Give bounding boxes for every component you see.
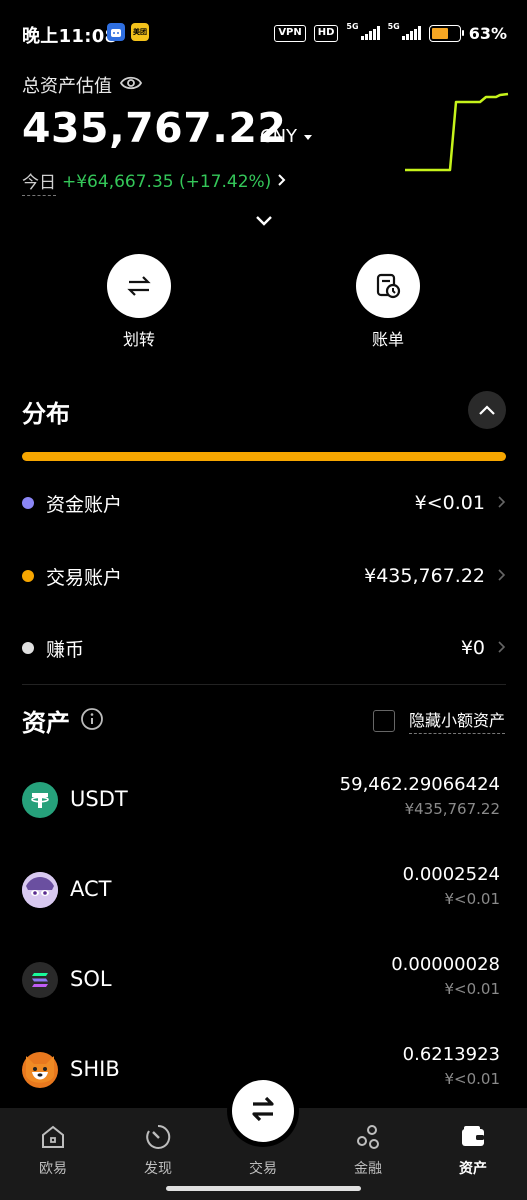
- network-type-1: 5G: [346, 22, 359, 31]
- act-icon: [22, 872, 58, 908]
- chevron-right-icon: [497, 567, 506, 586]
- collapse-distribution-button[interactable]: [468, 391, 506, 429]
- caret-down-icon: [303, 126, 313, 147]
- chevron-right-icon: [277, 172, 287, 192]
- currency-label: CNY: [260, 126, 298, 147]
- asset-value: ¥<0.01: [444, 1070, 500, 1088]
- distribution-row-value: ¥<0.01: [414, 492, 485, 514]
- today-label: 今日: [22, 168, 56, 196]
- bill-label: 账单: [371, 330, 404, 349]
- chevron-right-icon: [497, 639, 506, 658]
- distribution-row-funding[interactable]: 资金账户 ¥<0.01: [22, 483, 506, 523]
- status-time: 晚上11:08: [22, 26, 118, 47]
- status-indicators: VPN HD 5G 5G 63%: [274, 22, 507, 44]
- asset-symbol: SHIB: [70, 1057, 120, 1081]
- legend-dot: [22, 642, 34, 654]
- bill-clock-icon: [356, 254, 420, 318]
- info-icon[interactable]: [80, 707, 104, 735]
- home-icon: [13, 1122, 93, 1152]
- asset-symbol: USDT: [70, 787, 128, 811]
- asset-value: ¥<0.01: [444, 890, 500, 908]
- nav-label: 发现: [144, 1161, 172, 1177]
- distribution-row-earn[interactable]: 赚币 ¥0: [22, 628, 506, 668]
- total-assets-amount: 435,767.22: [22, 104, 287, 152]
- nav-assets[interactable]: 资产: [433, 1122, 513, 1178]
- asset-value: ¥<0.01: [444, 980, 500, 998]
- total-assets-title: 总资产估值: [22, 76, 112, 97]
- distribution-title: 分布: [22, 400, 70, 428]
- nav-finance[interactable]: 金融: [328, 1122, 408, 1178]
- asset-amount: 0.00000028: [391, 954, 500, 975]
- chevron-down-icon[interactable]: [254, 212, 274, 231]
- legend-dot: [22, 497, 34, 509]
- total-assets-label: 总资产估值: [22, 72, 143, 98]
- asset-row-usdt[interactable]: USDT 59,462.29066424 ¥435,767.22: [22, 770, 506, 830]
- nav-home[interactable]: 欧易: [13, 1122, 93, 1178]
- signal-icon: [401, 26, 421, 40]
- trade-icon: [247, 1093, 279, 1129]
- shib-icon: [22, 1052, 58, 1088]
- asset-row-sol[interactable]: SOL 0.00000028 ¥<0.01: [22, 950, 506, 1010]
- home-indicator: [166, 1186, 361, 1191]
- distribution-row-value: ¥0: [460, 637, 485, 659]
- usdt-icon: [22, 782, 58, 818]
- hide-small-label: 隐藏小额资产: [408, 707, 505, 734]
- today-change: +¥64,667.35 (+17.42%): [62, 172, 272, 192]
- nav-label: 金融: [354, 1161, 382, 1177]
- nav-discover[interactable]: 发现: [118, 1122, 198, 1178]
- battery-percent: 63%: [468, 23, 507, 43]
- transfer-label: 划转: [122, 330, 155, 349]
- trade-button[interactable]: [232, 1080, 294, 1142]
- assets-title: 资产: [22, 709, 70, 737]
- hide-small-checkbox[interactable]: [372, 709, 395, 732]
- hide-small-assets-toggle[interactable]: 隐藏小额资产: [372, 707, 505, 734]
- vpn-indicator: VPN: [274, 24, 306, 42]
- finance-icon: [328, 1122, 408, 1152]
- meituan-app-icon: 美团: [131, 23, 149, 41]
- distribution-row-name: 赚币: [46, 638, 85, 661]
- legend-dot: [22, 570, 34, 582]
- asset-value: ¥435,767.22: [404, 800, 500, 818]
- discover-icon: [118, 1122, 198, 1152]
- distribution-row-name: 资金账户: [46, 493, 123, 516]
- today-pnl[interactable]: 今日 +¥64,667.35 (+17.42%): [22, 168, 287, 196]
- asset-row-act[interactable]: ACT 0.0002524 ¥<0.01: [22, 860, 506, 920]
- asset-amount: 59,462.29066424: [339, 774, 500, 795]
- asset-trend-sparkline[interactable]: [400, 86, 510, 176]
- section-divider: [22, 684, 506, 685]
- chevron-up-icon: [478, 401, 496, 420]
- battery-icon: [428, 24, 464, 42]
- transfer-arrows-icon: [107, 254, 171, 318]
- currency-selector[interactable]: CNY: [260, 126, 313, 147]
- sol-icon: [22, 962, 58, 998]
- hd-indicator: HD: [313, 24, 339, 42]
- eye-icon[interactable]: [119, 75, 143, 96]
- bill-button[interactable]: 账单: [348, 254, 428, 350]
- nav-label: 欧易: [39, 1161, 67, 1177]
- asset-amount: 0.6213923: [402, 1044, 500, 1065]
- status-bar: 晚上11:08 美团 VPN HD 5G 5G 63%: [0, 0, 527, 64]
- asset-symbol: SOL: [70, 967, 112, 991]
- chevron-right-icon: [497, 494, 506, 513]
- signal-icon: [360, 26, 380, 40]
- distribution-row-value: ¥435,767.22: [364, 565, 485, 587]
- network-type-2: 5G: [387, 22, 400, 31]
- nav-label: 资产: [459, 1161, 487, 1177]
- notification-app-icon: [107, 23, 125, 41]
- asset-amount: 0.0002524: [402, 864, 500, 885]
- distribution-row-trading[interactable]: 交易账户 ¥435,767.22: [22, 556, 506, 596]
- transfer-button[interactable]: 划转: [99, 254, 179, 350]
- nav-label: 交易: [249, 1161, 277, 1177]
- wallet-icon: [433, 1122, 513, 1152]
- distribution-row-name: 交易账户: [46, 566, 123, 589]
- distribution-bar: [22, 452, 506, 461]
- asset-symbol: ACT: [70, 877, 112, 901]
